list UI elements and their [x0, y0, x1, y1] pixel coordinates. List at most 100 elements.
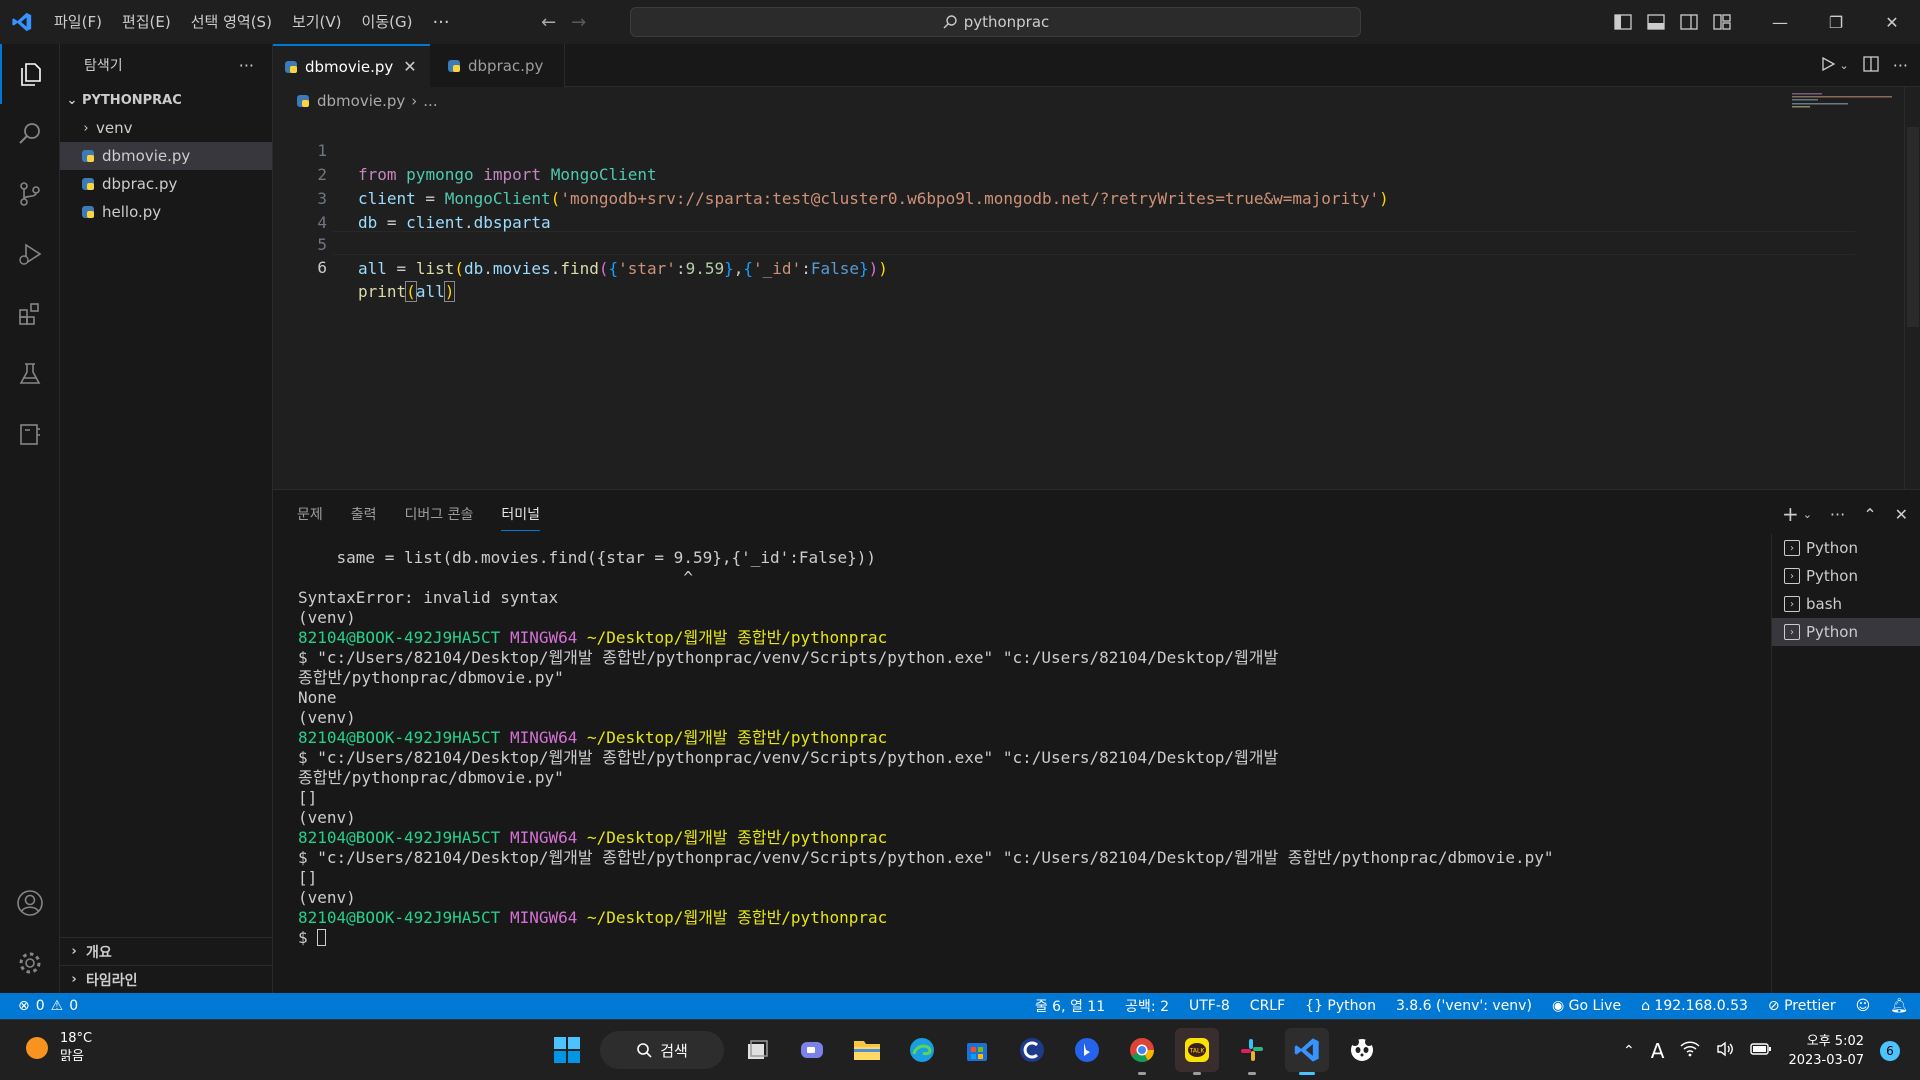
tree-item-dbmovie[interactable]: dbmovie.py: [60, 142, 272, 170]
search-icon[interactable]: [0, 104, 60, 164]
app-c-icon[interactable]: [1010, 1028, 1054, 1072]
command-center-search[interactable]: pythonprac: [630, 7, 1361, 37]
tab-terminal[interactable]: 터미널: [501, 504, 541, 531]
breadcrumb-file[interactable]: dbmovie.py: [317, 92, 405, 110]
tree-item-hello[interactable]: hello.py: [60, 198, 272, 226]
python-interpreter[interactable]: 3.8.6 ('venv': venv): [1396, 998, 1532, 1014]
tab-dbprac[interactable]: dbprac.py: [430, 44, 565, 87]
indentation[interactable]: 공백: 2: [1125, 996, 1169, 1016]
tab-problems[interactable]: 문제: [297, 504, 323, 524]
problems-indicator[interactable]: ⊗ 0 ⚠ 0: [0, 998, 78, 1014]
restore-icon[interactable]: ❐: [1808, 0, 1864, 44]
tab-dbmovie[interactable]: dbmovie.py ✕: [273, 44, 430, 87]
sidebar-more-button[interactable]: ···: [239, 56, 254, 75]
toggle-primary-sidebar-icon[interactable]: [1606, 0, 1639, 44]
slack-icon[interactable]: [1230, 1028, 1274, 1075]
menu-more-button[interactable]: ···: [422, 12, 459, 33]
microsoft-store-icon[interactable]: [955, 1028, 999, 1072]
run-debug-icon[interactable]: [0, 224, 60, 284]
toggle-panel-icon[interactable]: [1639, 0, 1672, 44]
terminal-dropdown-icon[interactable]: ⌄: [1803, 508, 1812, 521]
close-tab-icon[interactable]: ✕: [403, 57, 416, 76]
vscode-taskbar-icon[interactable]: [1285, 1028, 1329, 1075]
minimap[interactable]: [1788, 87, 1898, 489]
tab-debug-console[interactable]: 디버그 콘솔: [405, 504, 474, 524]
code-editor[interactable]: dbmovie.py › ... 1 from pymongo import M…: [273, 87, 1920, 489]
remote-address[interactable]: ⌂ 192.168.0.53: [1641, 998, 1748, 1014]
terminal-instance[interactable]: › Python: [1772, 534, 1920, 562]
testing-icon[interactable]: [0, 344, 60, 404]
volume-icon[interactable]: [1716, 1041, 1734, 1061]
chrome-browser-icon[interactable]: [1120, 1028, 1164, 1075]
encoding[interactable]: UTF-8: [1189, 998, 1230, 1014]
new-terminal-icon[interactable]: +: [1782, 502, 1799, 526]
bing-chat-icon[interactable]: [1065, 1028, 1109, 1072]
edge-browser-icon[interactable]: [900, 1028, 944, 1072]
editor-scrollbar[interactable]: [1904, 87, 1920, 489]
battery-icon[interactable]: [1750, 1042, 1772, 1060]
cursor-position[interactable]: 줄 6, 열 11: [1035, 996, 1105, 1016]
feedback-icon[interactable]: ☺: [1856, 998, 1871, 1014]
tree-item-venv[interactable]: › venv: [60, 114, 272, 142]
token: .: [550, 259, 561, 278]
timeline-section[interactable]: › 타임라인: [60, 965, 272, 993]
folder-root-pythonprac[interactable]: ⌄ PYTHONPRAC: [60, 86, 272, 114]
language-mode[interactable]: {} Python: [1305, 998, 1376, 1014]
panda-app-icon[interactable]: [1340, 1028, 1384, 1072]
maximize-panel-icon[interactable]: ⌃: [1863, 505, 1876, 524]
run-dropdown-icon[interactable]: ⌄: [1840, 59, 1849, 72]
terminal-instance[interactable]: › Python: [1772, 562, 1920, 590]
panel-more-icon[interactable]: ···: [1830, 505, 1845, 524]
terminal-output[interactable]: same = list(db.movies.find({star = 9.59}…: [298, 548, 1798, 988]
warning-count: 0: [69, 998, 79, 1014]
tab-output[interactable]: 출력: [351, 504, 377, 524]
menu-file[interactable]: 파일(F): [44, 0, 112, 44]
tree-item-dbprac[interactable]: dbprac.py: [60, 170, 272, 198]
outline-section[interactable]: › 개요: [60, 937, 272, 965]
system-clock[interactable]: 오후 5:02 2023-03-07: [1788, 1032, 1864, 1070]
prettier-status[interactable]: ⊘ Prettier: [1768, 998, 1836, 1014]
toggle-secondary-sidebar-icon[interactable]: [1672, 0, 1705, 44]
windows-start-icon[interactable]: [545, 1028, 589, 1072]
taskbar-search[interactable]: 검색: [600, 1031, 724, 1069]
file-explorer-icon[interactable]: [845, 1028, 889, 1072]
editor-more-icon[interactable]: ···: [1893, 56, 1908, 75]
menu-view[interactable]: 보기(V): [282, 0, 352, 44]
minimize-icon[interactable]: —: [1752, 0, 1808, 44]
terminal-instance[interactable]: › bash: [1772, 590, 1920, 618]
vscode-icon[interactable]: [0, 0, 44, 44]
task-view-icon[interactable]: [735, 1028, 779, 1072]
prompt-system: MINGW64: [509, 728, 578, 747]
menu-selection[interactable]: 선택 영역(S): [181, 0, 282, 44]
close-panel-icon[interactable]: ✕: [1895, 505, 1908, 524]
explorer-icon[interactable]: [0, 44, 60, 104]
chevron-up-icon[interactable]: ⌃: [1623, 1043, 1635, 1059]
wifi-icon[interactable]: [1680, 1041, 1700, 1061]
ime-indicator[interactable]: A: [1651, 1039, 1665, 1063]
forward-arrow-icon[interactable]: →: [564, 12, 594, 33]
go-live-button[interactable]: ◉ Go Live: [1552, 998, 1621, 1014]
menu-go[interactable]: 이동(G): [352, 0, 423, 44]
close-window-icon[interactable]: ✕: [1864, 0, 1920, 44]
customize-layout-icon[interactable]: [1705, 0, 1738, 44]
breadcrumb-symbol[interactable]: ...: [423, 92, 437, 110]
extensions-icon[interactable]: [0, 284, 60, 344]
source-control-icon[interactable]: [0, 164, 60, 224]
weather-widget[interactable]: 18°C 맑음: [24, 1030, 92, 1066]
terminal-text: 종합반/pythonprac/dbmovie.py": [298, 668, 564, 687]
teams-chat-icon[interactable]: [790, 1028, 834, 1072]
scrollbar-thumb[interactable]: [1907, 127, 1919, 327]
run-python-icon[interactable]: [1820, 56, 1836, 76]
kakaotalk-icon[interactable]: TALK: [1175, 1028, 1219, 1075]
menu-edit[interactable]: 편집(E): [112, 0, 181, 44]
end-of-line[interactable]: CRLF: [1250, 998, 1285, 1014]
remote-explorer-icon[interactable]: [0, 404, 60, 464]
token: MongoClient: [550, 165, 657, 184]
terminal-instance[interactable]: › Python: [1772, 618, 1920, 646]
split-editor-icon[interactable]: [1863, 55, 1879, 76]
settings-gear-icon[interactable]: [0, 933, 60, 993]
account-icon[interactable]: [0, 873, 60, 933]
back-arrow-icon[interactable]: ←: [534, 12, 564, 33]
notifications-bell-icon[interactable]: 🔔︎: [1890, 998, 1908, 1014]
notification-badge[interactable]: 6: [1880, 1040, 1900, 1061]
